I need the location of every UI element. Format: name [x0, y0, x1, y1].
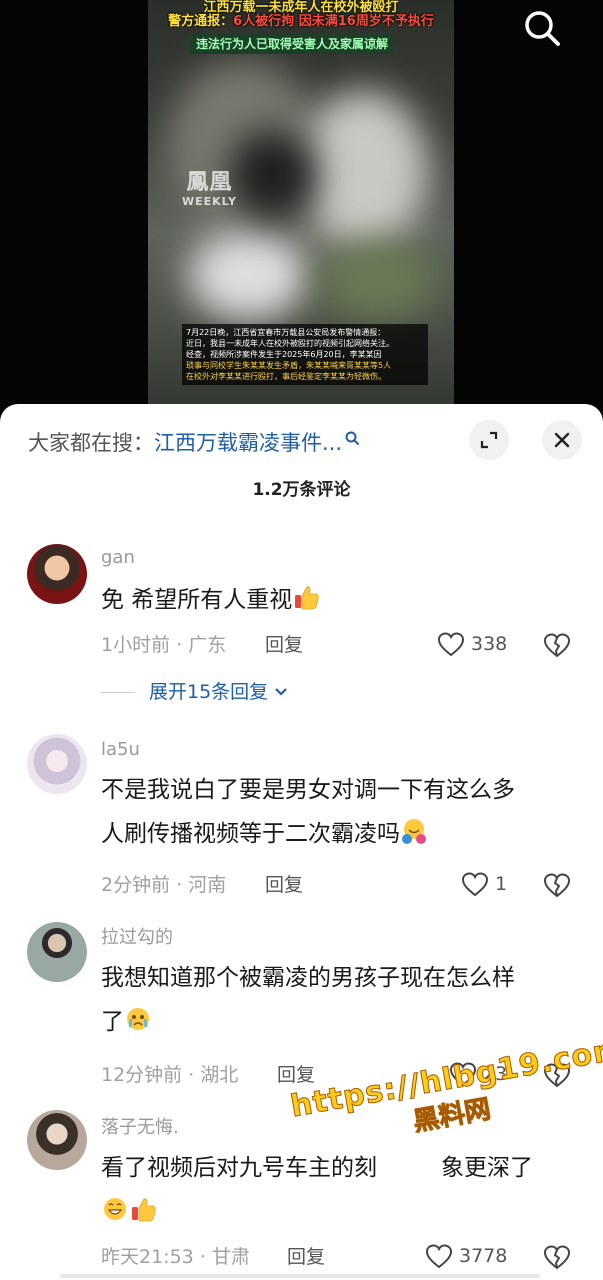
home-indicator	[60, 1274, 540, 1278]
comment-username[interactable]: 拉过勾的	[101, 926, 173, 950]
video-caption: 7月22日晚，江西省宜春市万载县公安局发布警情通报： 近日，我县一未成年人在校外…	[182, 324, 428, 385]
comment-count: 1.2万条评论	[252, 480, 351, 500]
comment-text-body: 免 希望所有人重视	[101, 587, 293, 613]
video-blur-region	[318, 240, 438, 320]
like-count: 23	[483, 1063, 508, 1085]
comment-username[interactable]: la5u	[101, 738, 140, 762]
video-subhead: 警方通报：6人被行拘 因未满16周岁不予执行	[148, 14, 454, 30]
avatar[interactable]	[27, 1110, 87, 1170]
trending-search[interactable]: 大家都在搜：江西万载霸凌事件...	[28, 428, 360, 458]
comment-text-line: 我想知道那个被霸凌的男孩子现在怎么样	[101, 965, 515, 991]
reply-button[interactable]: 回复	[277, 1062, 315, 1088]
comment-text-line: 不是我说白了要是男女对调一下有这么多	[101, 777, 515, 803]
broken-heart-icon[interactable]	[543, 631, 571, 659]
comment-text: 看了视频后对九号车主的刻 象更深了	[101, 1146, 571, 1234]
caption-line: 7月22日晚，江西省宜春市万载县公安局发布警情通报：	[186, 328, 386, 337]
video-blur-region	[188, 230, 308, 320]
heart-icon	[425, 1244, 453, 1269]
comment-text-line: 看了视频后对九号车主的刻 象更深了	[101, 1146, 571, 1190]
comment-sheet-header: 大家都在搜：江西万载霸凌事件... 1.2万条评论	[0, 404, 603, 522]
comment-text: 免 希望所有人重视	[101, 578, 571, 622]
comment-text-line	[101, 1190, 571, 1234]
comment-text-body: 了	[101, 1009, 124, 1035]
avatar[interactable]	[27, 922, 87, 982]
reply-button[interactable]: 回复	[287, 1244, 325, 1270]
close-button[interactable]	[542, 420, 582, 460]
hugging-face-icon	[402, 819, 426, 844]
search-button[interactable]	[520, 6, 564, 50]
search-small-icon	[345, 431, 360, 445]
video-subhead-prefix: 警方通报：	[168, 14, 234, 29]
like-count: 1	[495, 873, 508, 895]
like-button[interactable]: 23	[449, 1061, 507, 1087]
close-icon	[554, 432, 570, 448]
broken-heart-icon[interactable]	[543, 871, 571, 899]
reply-button[interactable]: 回复	[265, 632, 303, 658]
comment-text-body: 看了视频后对九号车主的刻	[101, 1155, 377, 1181]
heart-icon	[461, 872, 489, 897]
like-count: 338	[471, 633, 508, 655]
avatar[interactable]	[27, 544, 87, 604]
like-button[interactable]: 338	[437, 631, 507, 657]
video-tag: 违法行为人已取得受害人及家属谅解	[190, 34, 395, 54]
like-count: 3778	[459, 1245, 508, 1267]
search-icon	[525, 11, 560, 46]
comment-text: 不是我说白了要是男女对调一下有这么多 人刷传播视频等于二次霸凌吗	[101, 768, 571, 856]
divider-line	[101, 691, 135, 693]
comment-text-line: 了	[101, 1000, 571, 1044]
logo-main: 鳳凰	[186, 170, 233, 195]
comment-username[interactable]: gan	[101, 546, 135, 570]
expand-replies-label: 展开15条回复	[149, 681, 269, 703]
comment-text-body: 象更深了	[441, 1155, 533, 1181]
like-button[interactable]: 3778	[425, 1243, 507, 1269]
phoenix-weekly-logo: 鳳凰 WEEKLY	[182, 170, 237, 208]
expand-replies-button[interactable]: 展开15条回复	[101, 679, 290, 705]
expand-icon	[480, 431, 498, 449]
crying-face-icon	[127, 1008, 149, 1030]
video-frame[interactable]: 江西万载一未成年人在校外被殴打 警方通报：6人被行拘 因未满16周岁不予执行 违…	[148, 0, 454, 420]
avatar[interactable]	[27, 734, 87, 794]
broken-heart-icon[interactable]	[543, 1243, 571, 1271]
comment-text-body: 人刷传播视频等于二次霸凌吗	[101, 821, 400, 847]
like-button[interactable]: 1	[461, 871, 507, 897]
comment-meta: 2分钟前 · 河南	[101, 874, 227, 896]
trending-search-prefix: 大家都在搜：	[28, 431, 154, 455]
caption-line: 经查，视频所涉案件发生于2025年6月20日，李某某因	[186, 350, 382, 359]
caption-line: 琐事与同校学生朱某某发生矛盾，朱某某喊来胥某某等5人	[186, 361, 392, 370]
comment-text-line: 人刷传播视频等于二次霸凌吗	[101, 812, 571, 856]
caption-line: 近日，我县一未成年人在校外被殴打的视频引起网络关注。	[186, 339, 394, 348]
comment-username[interactable]: 落子无悔.	[101, 1116, 179, 1140]
comment-meta: 12分钟前 · 湖北	[101, 1064, 239, 1086]
broken-heart-icon[interactable]	[543, 1061, 571, 1089]
fullscreen-button[interactable]	[469, 420, 509, 460]
caption-line: 在校外对李某某进行殴打，事后经鉴定李某某为轻微伤。	[186, 372, 386, 381]
video-player[interactable]: 江西万载一未成年人在校外被殴打 警方通报：6人被行拘 因未满16周岁不予执行 违…	[0, 0, 603, 420]
video-blur-region	[228, 130, 318, 220]
comment-sheet: 大家都在搜：江西万载霸凌事件... 1.2万条评论 gan 免 希望所有人重视	[0, 404, 603, 1280]
thumbs-up-icon	[132, 1198, 156, 1222]
heart-icon	[449, 1062, 477, 1087]
reply-button[interactable]: 回复	[265, 872, 303, 898]
comment-text: 我想知道那个被霸凌的男孩子现在怎么样 了	[101, 956, 571, 1044]
logo-sub: WEEKLY	[182, 195, 237, 208]
chevron-down-icon	[275, 688, 287, 696]
heart-icon	[437, 632, 465, 657]
thumbs-up-icon	[295, 586, 319, 610]
grinning-face-icon	[104, 1198, 126, 1220]
comment-meta: 1小时前 · 广东	[101, 634, 227, 656]
trending-search-query[interactable]: 江西万载霸凌事件...	[154, 431, 342, 455]
comment-meta: 昨天21:53 · 甘肃	[101, 1246, 250, 1268]
video-subhead-detail: 6人被行拘 因未满16周岁不予执行	[233, 14, 434, 29]
